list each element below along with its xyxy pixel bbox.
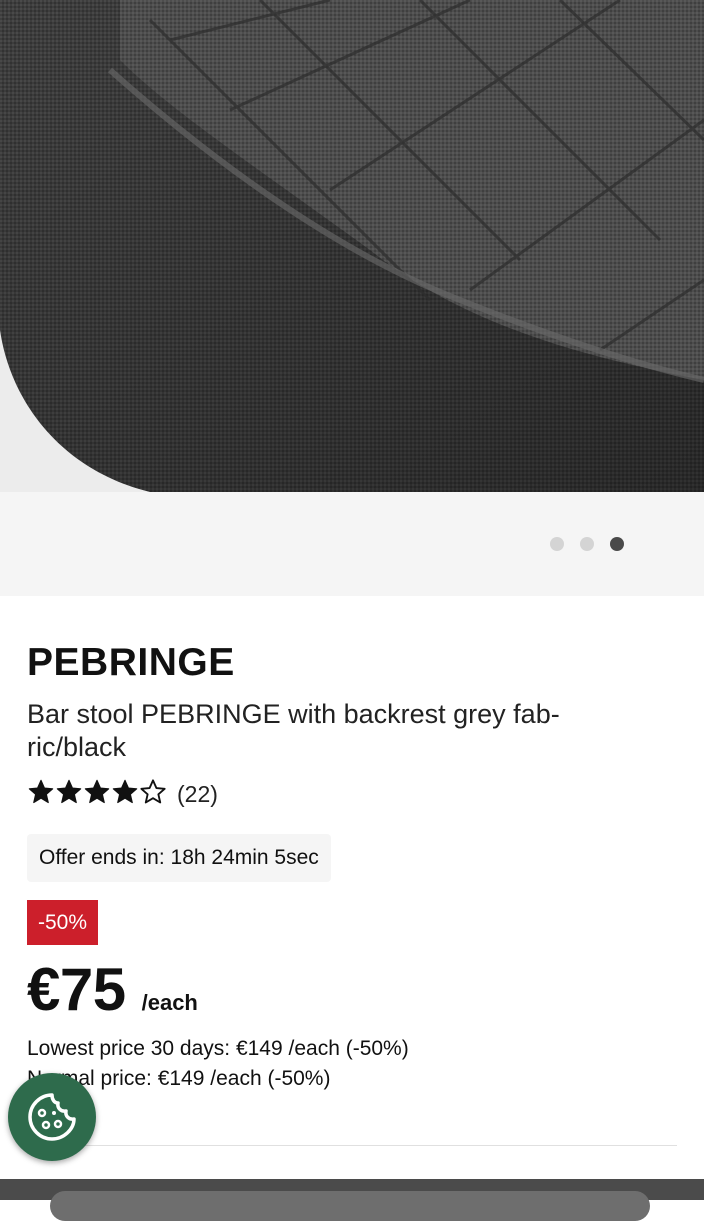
star-icon [84,779,110,803]
carousel-dot[interactable] [580,537,594,551]
rating-stars [27,778,167,811]
chair-fabric-image [0,0,704,492]
product-name: PEBRINGE [27,641,235,684]
product-rating[interactable]: (22) [27,774,677,814]
cookie-settings-icon [28,1093,76,1141]
price-value: €75 [27,956,126,1023]
bottom-bar [0,1179,704,1221]
carousel-indicators[interactable] [550,537,624,551]
price-unit: /each [141,990,198,1015]
star-icon [56,779,82,803]
product-image-gallery[interactable] [0,0,704,596]
lowest-price-note: Lowest price 30 days: €149 /each (-50%) [27,1037,409,1060]
cookie-settings-button[interactable] [8,1073,96,1161]
product-info: PEBRINGE Bar stool PEBRINGE with backres… [27,640,677,814]
bottom-action-pill[interactable] [50,1191,650,1221]
star-icon [112,779,138,803]
rating-count[interactable]: (22) [177,781,218,808]
carousel-dot[interactable] [550,537,564,551]
offer-countdown: Offer ends in: 18h 24min 5sec [27,834,331,882]
carousel-dot-active[interactable] [610,537,624,551]
discount-badge: -50% [27,900,98,945]
product-description: Bar stool PEBRINGE with backrest grey fa… [27,699,560,762]
star-icon [140,778,166,803]
product-price: €75 /each [27,955,198,1024]
star-icon [28,779,54,803]
divider [27,1145,677,1146]
product-photo[interactable] [0,0,704,492]
